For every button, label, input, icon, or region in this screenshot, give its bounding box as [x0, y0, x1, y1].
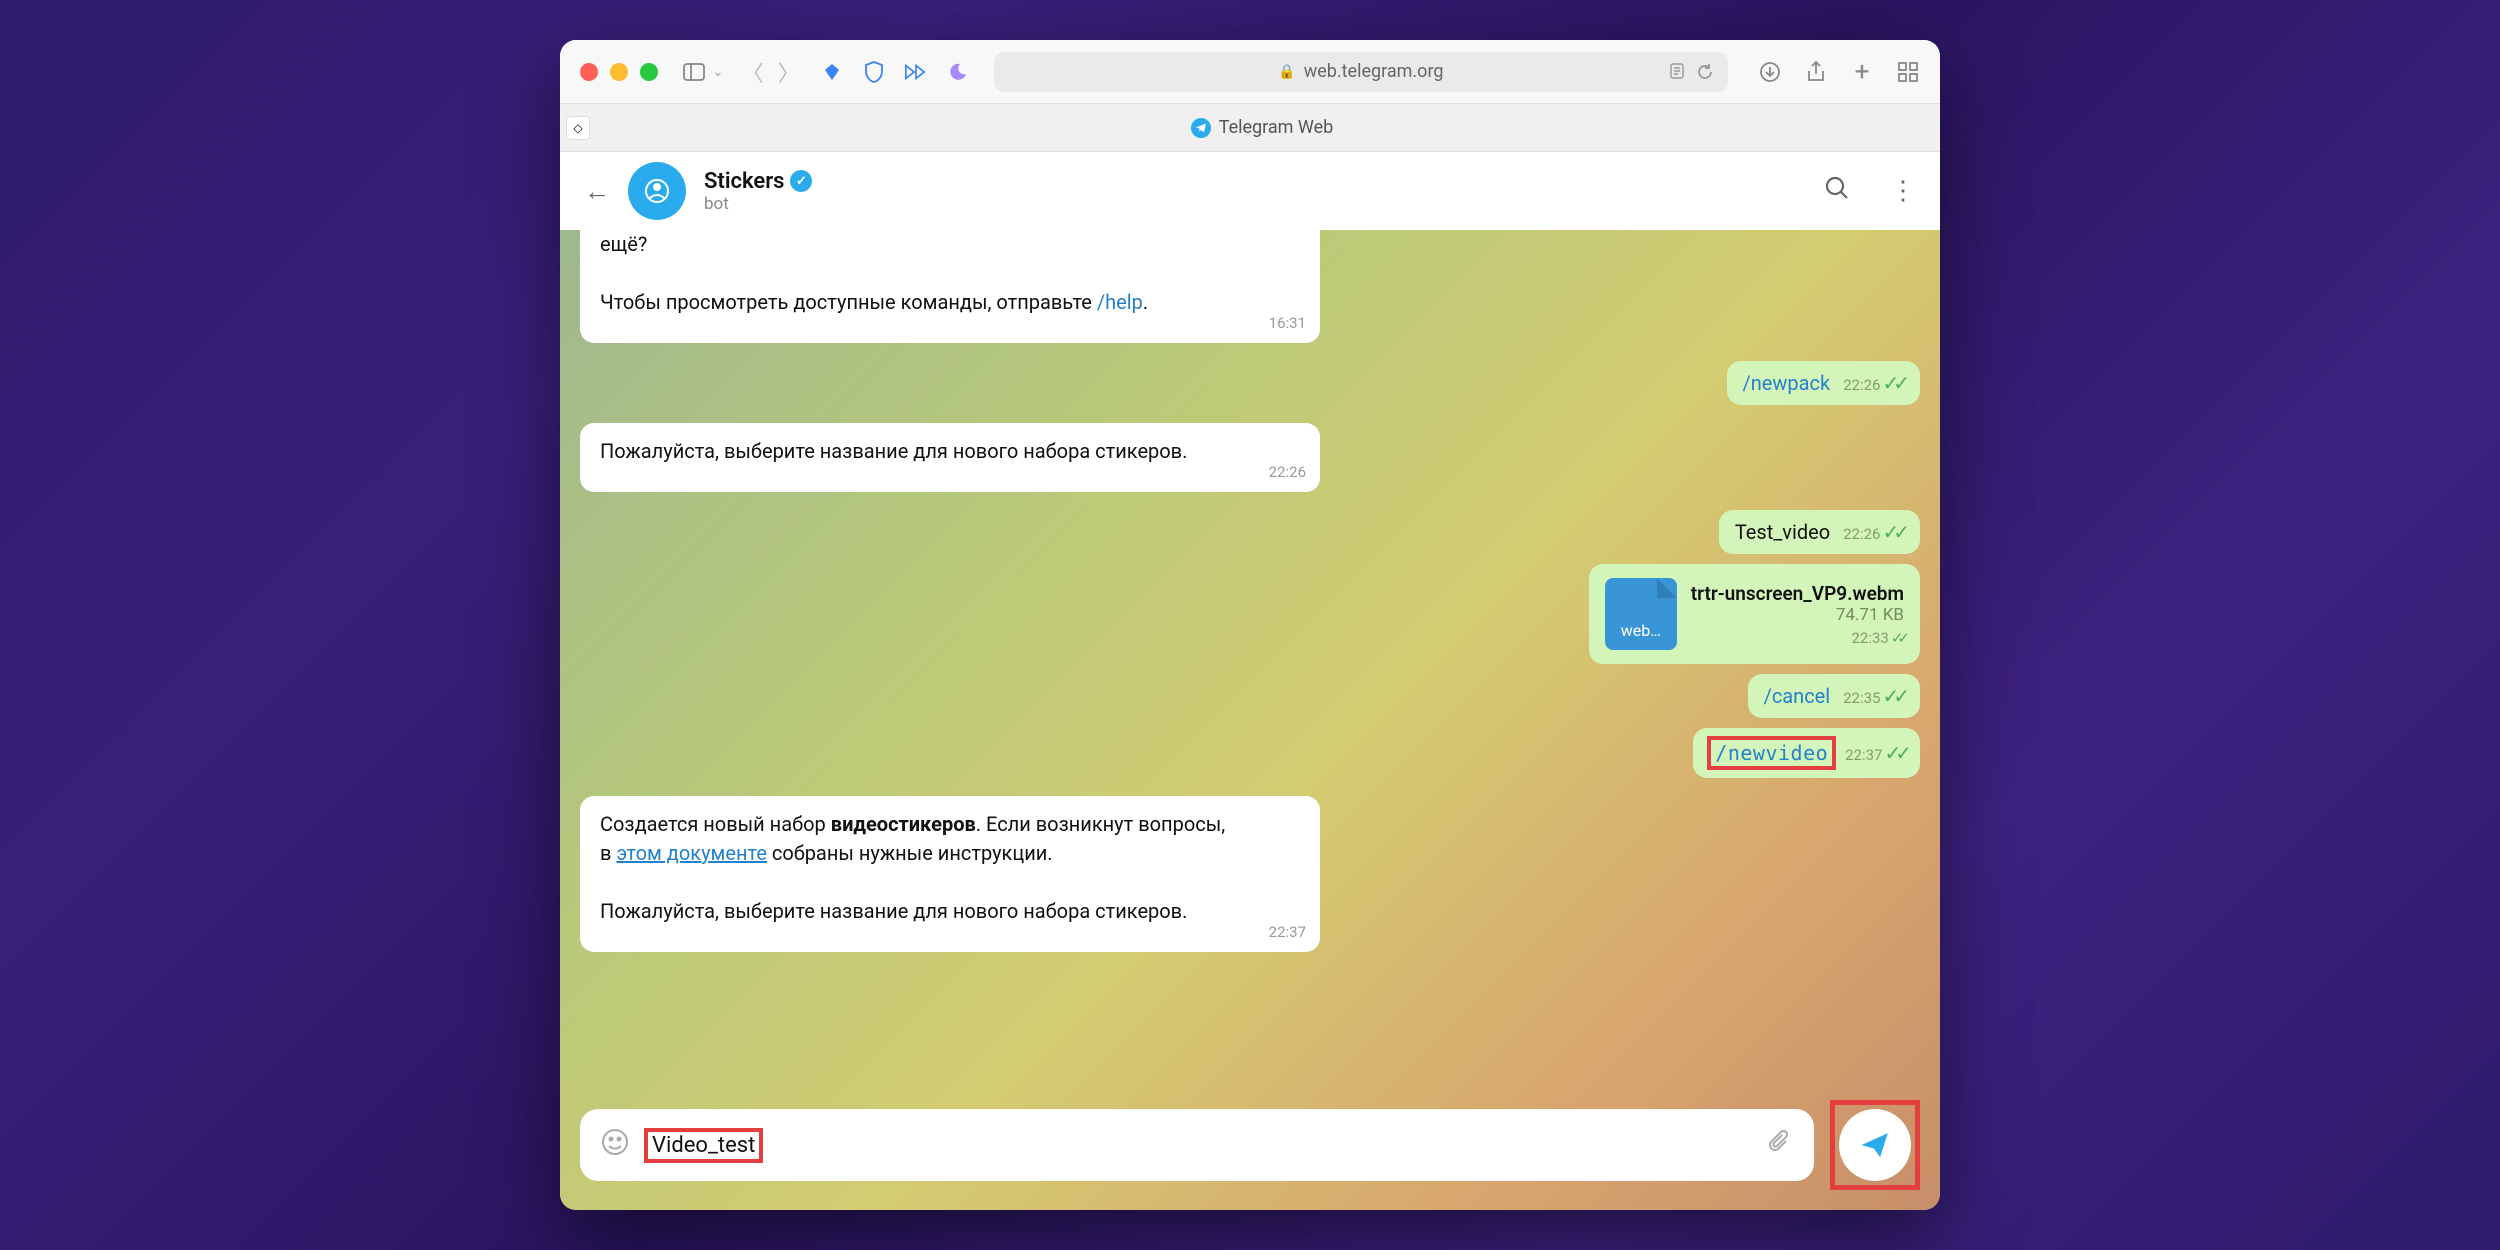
chat-name: Stickers — [704, 169, 784, 194]
message-time: 22:37 — [1269, 922, 1306, 944]
window-controls — [580, 63, 658, 81]
file-type-icon: web… — [1605, 578, 1677, 650]
message-out[interactable]: /newpack 22:26✓✓ — [1727, 361, 1921, 405]
message-input-area: Video_test — [580, 1100, 1920, 1190]
message-list[interactable]: ещё? Чтобы просмотреть доступные команды… — [580, 230, 1920, 1100]
doc-link[interactable]: этом документе — [616, 841, 767, 865]
file-size: 74.71 KB — [1691, 605, 1904, 625]
maximize-window-button[interactable] — [640, 63, 658, 81]
message-in[interactable]: Создается новый набор видеостикеров. Есл… — [580, 796, 1320, 952]
extension-moon-icon[interactable] — [946, 60, 970, 84]
browser-window: ⌄ 〈 〉 🔒 web.telegram.org — [560, 40, 1940, 1210]
chat-body: ещё? Чтобы просмотреть доступные команды… — [560, 230, 1940, 1210]
annotation-highlight: Video_test — [644, 1128, 763, 1163]
file-name: trtr-unscreen_VP9.webm — [1691, 582, 1904, 605]
extension-diamond-icon[interactable] — [820, 60, 844, 84]
minimize-window-button[interactable] — [610, 63, 628, 81]
message-time: 22:26 — [1269, 462, 1306, 484]
download-icon[interactable] — [1758, 60, 1782, 84]
emoji-icon[interactable] — [600, 1127, 630, 1164]
tabs-grid-icon[interactable] — [1896, 60, 1920, 84]
telegram-icon — [1191, 118, 1211, 138]
message-file-out[interactable]: web… trtr-unscreen_VP9.webm 74.71 KB 22:… — [1589, 564, 1920, 664]
message-out[interactable]: /cancel 22:35✓✓ — [1748, 674, 1920, 718]
more-menu-icon[interactable]: ⋮ — [1890, 176, 1916, 206]
browser-toolbar: ⌄ 〈 〉 🔒 web.telegram.org — [560, 40, 1940, 104]
annotation-highlight: /newvideo — [1707, 736, 1836, 770]
tab-title[interactable]: Telegram Web — [590, 117, 1934, 138]
newvideo-command: /newvideo — [1715, 741, 1828, 765]
cancel-command: /cancel — [1764, 684, 1831, 708]
message-out-highlighted[interactable]: /newvideo 22:37✓✓ — [1693, 728, 1920, 778]
chat-avatar[interactable] — [628, 162, 686, 220]
help-command-link[interactable]: /help — [1097, 290, 1143, 314]
message-in[interactable]: ещё? Чтобы просмотреть доступные команды… — [580, 230, 1320, 343]
chat-info[interactable]: Stickers ✓ bot — [704, 169, 1784, 214]
search-icon[interactable] — [1824, 175, 1850, 208]
read-checks-icon: ✓✓ — [1882, 684, 1904, 708]
address-bar[interactable]: 🔒 web.telegram.org — [994, 52, 1728, 92]
sidebar-chevron-icon[interactable]: ⌄ — [712, 64, 724, 80]
extension-shield-icon[interactable] — [862, 60, 886, 84]
pinned-tab-icon[interactable]: ◇ — [566, 116, 590, 140]
share-icon[interactable] — [1804, 60, 1828, 84]
lock-icon: 🔒 — [1278, 64, 1295, 80]
read-checks-icon: ✓✓ — [1882, 371, 1904, 395]
forward-button[interactable]: 〉 — [778, 56, 800, 88]
new-tab-icon[interactable]: + — [1850, 60, 1874, 84]
read-checks-icon: ✓✓ — [1882, 520, 1904, 544]
newpack-command: /newpack — [1743, 371, 1831, 395]
verified-badge-icon: ✓ — [790, 170, 812, 192]
chat-header: ← Stickers ✓ bot ⋮ — [560, 152, 1940, 230]
send-button[interactable] — [1839, 1109, 1911, 1181]
read-checks-icon: ✓✓ — [1891, 629, 1904, 647]
tab-bar: ◇ Telegram Web — [560, 104, 1940, 152]
back-button[interactable]: 〈 — [742, 56, 764, 88]
url-text: web.telegram.org — [1304, 61, 1444, 82]
chat-subtitle: bot — [704, 194, 1784, 214]
back-arrow-button[interactable]: ← — [584, 176, 610, 207]
sidebar-icon[interactable] — [682, 60, 706, 84]
annotation-highlight — [1830, 1100, 1920, 1190]
message-input[interactable]: Video_test — [644, 1128, 1752, 1163]
reader-reload-icons[interactable] — [1670, 63, 1714, 81]
close-window-button[interactable] — [580, 63, 598, 81]
extension-fastforward-icon[interactable] — [904, 60, 928, 84]
message-in[interactable]: Пожалуйста, выберите название для нового… — [580, 423, 1320, 492]
attach-icon[interactable] — [1766, 1128, 1794, 1163]
message-out[interactable]: Test_video 22:26✓✓ — [1719, 510, 1920, 554]
read-checks-icon: ✓✓ — [1884, 741, 1906, 765]
message-time: 16:31 — [1269, 313, 1306, 335]
message-input-box[interactable]: Video_test — [580, 1109, 1814, 1181]
